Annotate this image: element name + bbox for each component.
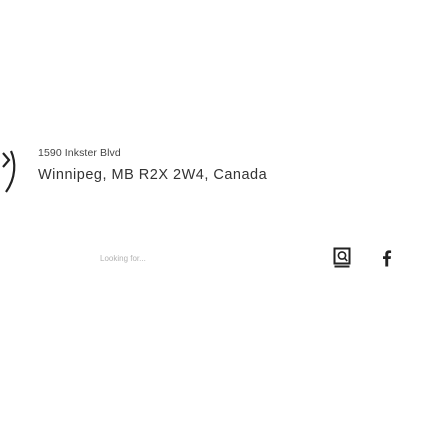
address-text: 1590 Inkster Blvd Winnipeg, MB R2X 2W4, … [38,146,267,184]
address-city: Winnipeg, MB R2X 2W4, Canada [38,167,268,183]
address-street: 1590 Inkster Blvd [38,147,121,159]
search-input[interactable] [100,248,320,268]
logo-arc-icon [2,150,16,193]
facebook-icon[interactable] [381,249,393,267]
page: 1590 Inkster Blvd Winnipeg, MB R2X 2W4, … [0,0,448,448]
address-block: 1590 Inkster Blvd Winnipeg, MB R2X 2W4, … [0,146,448,198]
search-row [0,244,448,274]
search-icon[interactable] [333,247,351,269]
